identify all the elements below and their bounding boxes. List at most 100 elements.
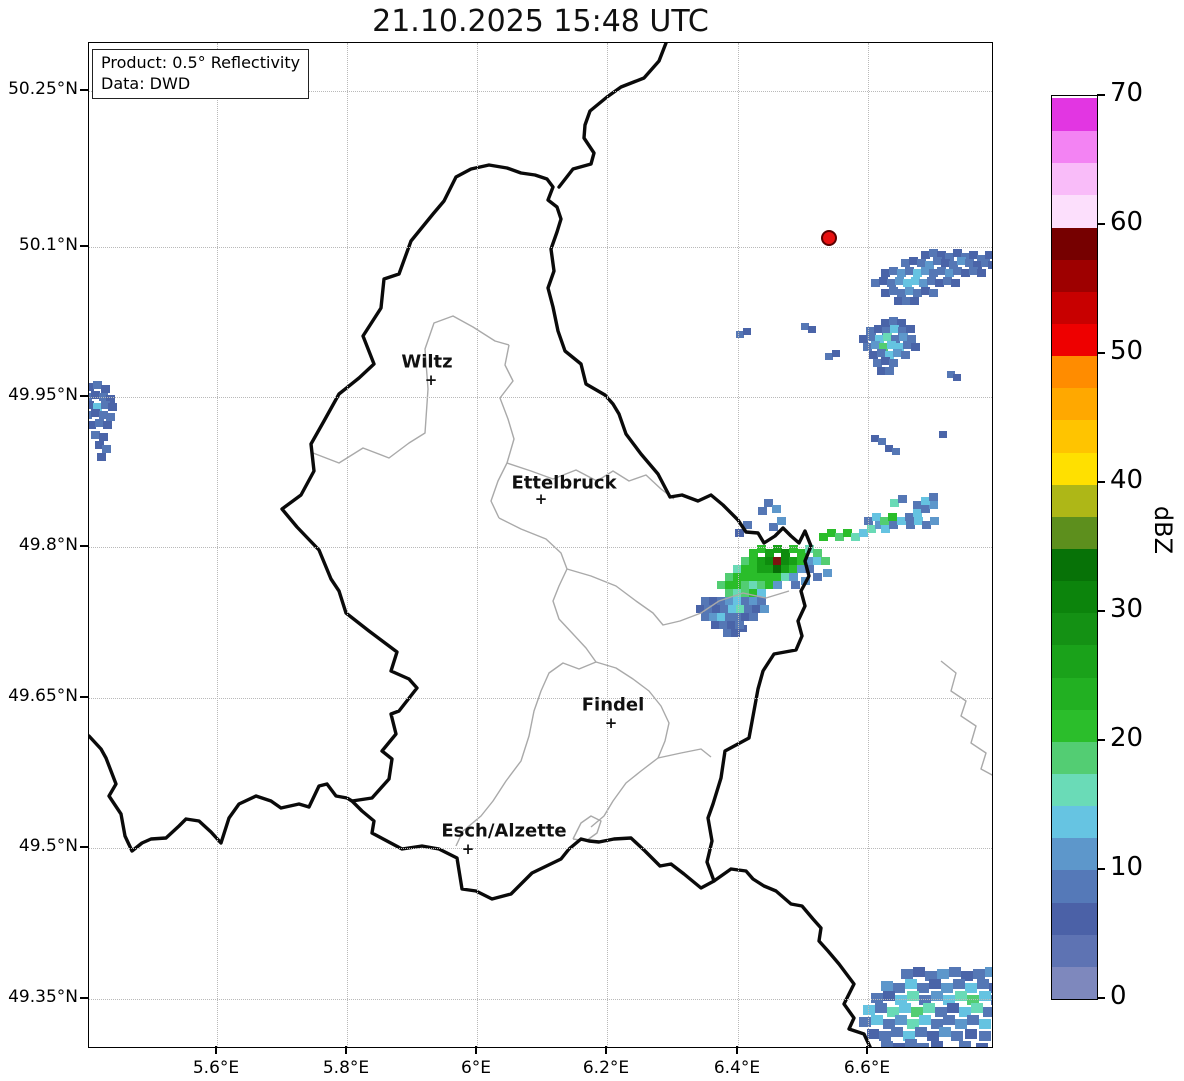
colorbar-segment: [1052, 644, 1097, 678]
lat-gridline: [89, 848, 992, 849]
colorbar-segment: [1052, 580, 1097, 614]
lon-tick-label: 5.6°E: [192, 1058, 240, 1078]
colorbar-segment: [1052, 162, 1097, 196]
colorbar-segment: [1052, 355, 1097, 389]
colorbar-tick-label: 50: [1110, 336, 1144, 366]
radar-site-marker: [821, 230, 837, 246]
city-label: Findel: [581, 694, 645, 716]
colorbar-segment: [1052, 98, 1097, 132]
colorbar-tick-mark: [1097, 352, 1105, 354]
city-marker: +: [534, 490, 548, 508]
lon-tick-label: 6.6°E: [843, 1058, 891, 1078]
colorbar-tick-mark: [1097, 94, 1105, 96]
district-borders: [312, 315, 992, 847]
city-label: Ettelbruck: [511, 472, 617, 494]
product-info-box: Product: 0.5° Reflectivity Data: DWD: [92, 49, 310, 100]
city-marker: +: [604, 714, 618, 732]
colorbar-axis-label: dBZ: [1149, 505, 1177, 555]
lon-gridline: [217, 43, 218, 1047]
lon-tick-mark: [215, 1046, 217, 1054]
lon-gridline: [477, 43, 478, 1047]
lat-tick-label: 49.65°N: [8, 686, 78, 706]
lat-tick-label: 50.1°N: [18, 235, 78, 255]
luxembourg-border: [280, 163, 813, 901]
lat-gridline: [89, 547, 992, 548]
colorbar-segment: [1052, 612, 1097, 646]
lon-gridline: [738, 43, 739, 1047]
colorbar-tick-label: 70: [1110, 78, 1144, 108]
data-source-line: Data: DWD: [101, 74, 191, 94]
lon-tick-label: 6°E: [460, 1058, 492, 1078]
colorbar-segment: [1052, 708, 1097, 742]
lat-gridline: [89, 698, 992, 699]
lat-gridline: [89, 247, 992, 248]
lon-gridline: [607, 43, 608, 1047]
lon-tick-mark: [866, 1046, 868, 1054]
colorbar-segment: [1052, 741, 1097, 774]
map-borders: [89, 43, 992, 1047]
colorbar-segment: [1052, 387, 1097, 421]
colorbar-segment: [1052, 516, 1097, 549]
colorbar-tick-label: 40: [1110, 465, 1144, 495]
lat-tick-label: 50.25°N: [8, 79, 78, 99]
colorbar-segment: [1052, 451, 1097, 485]
lat-tick-label: 49.5°N: [18, 836, 78, 856]
colorbar-tick-mark: [1097, 223, 1105, 225]
colorbar-tick-mark: [1097, 610, 1105, 612]
colorbar-tick-mark: [1097, 739, 1105, 741]
lat-tick-mark: [80, 89, 88, 91]
figure-title: 21.10.2025 15:48 UTC: [372, 4, 709, 39]
colorbar-segment: [1052, 419, 1097, 453]
colorbar-segment: [1052, 869, 1097, 903]
colorbar-segment: [1052, 676, 1097, 710]
colorbar-segment: [1052, 291, 1097, 324]
product-line: Product: 0.5° Reflectivity: [101, 53, 301, 72]
lon-tick-label: 5.8°E: [322, 1058, 370, 1078]
lon-tick-label: 6.2°E: [582, 1058, 630, 1078]
colorbar-segment: [1052, 933, 1097, 967]
colorbar-segment: [1052, 837, 1097, 871]
colorbar-segment: [1052, 226, 1097, 260]
france-belgium-border: [89, 734, 354, 853]
colorbar-segment: [1052, 548, 1097, 582]
colorbar-tick-mark: [1097, 868, 1105, 870]
colorbar-segment: [1052, 805, 1097, 839]
colorbar-tick-mark: [1097, 481, 1105, 483]
belgium-germany-border: [557, 43, 668, 189]
lat-tick-mark: [80, 245, 88, 247]
lat-tick-mark: [80, 846, 88, 848]
city-label: Wiltz: [401, 351, 453, 373]
lat-tick-mark: [80, 997, 88, 999]
lat-tick-label: 49.35°N: [8, 987, 78, 1007]
colorbar-tick-label: 20: [1110, 723, 1144, 753]
colorbar-segment: [1052, 483, 1097, 517]
colorbar-segment: [1052, 323, 1097, 357]
colorbar-segment: [1052, 130, 1097, 164]
lon-tick-mark: [345, 1046, 347, 1054]
colorbar-segment: [1052, 194, 1097, 228]
lat-tick-label: 49.95°N: [8, 385, 78, 405]
colorbar-tick-label: 10: [1110, 852, 1144, 882]
lon-tick-mark: [475, 1046, 477, 1054]
lon-tick-mark: [605, 1046, 607, 1054]
lat-gridline: [89, 999, 992, 1000]
colorbar-tick-mark: [1097, 997, 1105, 999]
city-marker: +: [424, 371, 438, 389]
colorbar-segment: [1052, 966, 1097, 999]
lon-tick-mark: [736, 1046, 738, 1054]
lon-gridline: [347, 43, 348, 1047]
colorbar-segment: [1052, 773, 1097, 807]
colorbar-segment: [1052, 258, 1097, 292]
lat-tick-label: 49.8°N: [18, 535, 78, 555]
lat-gridline: [89, 397, 992, 398]
radar-figure: 21.10.2025 15:48 UTC Wiltz + Ettelbruck …: [0, 0, 1184, 1081]
colorbar: [1051, 95, 1098, 1000]
colorbar-segment: [1052, 901, 1097, 935]
lat-tick-mark: [80, 696, 88, 698]
lon-gridline: [868, 43, 869, 1047]
lon-tick-label: 6.4°E: [713, 1058, 761, 1078]
colorbar-tick-label: 30: [1110, 594, 1144, 624]
lat-tick-mark: [80, 545, 88, 547]
colorbar-tick-label: 0: [1110, 981, 1127, 1011]
city-marker: +: [461, 840, 475, 858]
